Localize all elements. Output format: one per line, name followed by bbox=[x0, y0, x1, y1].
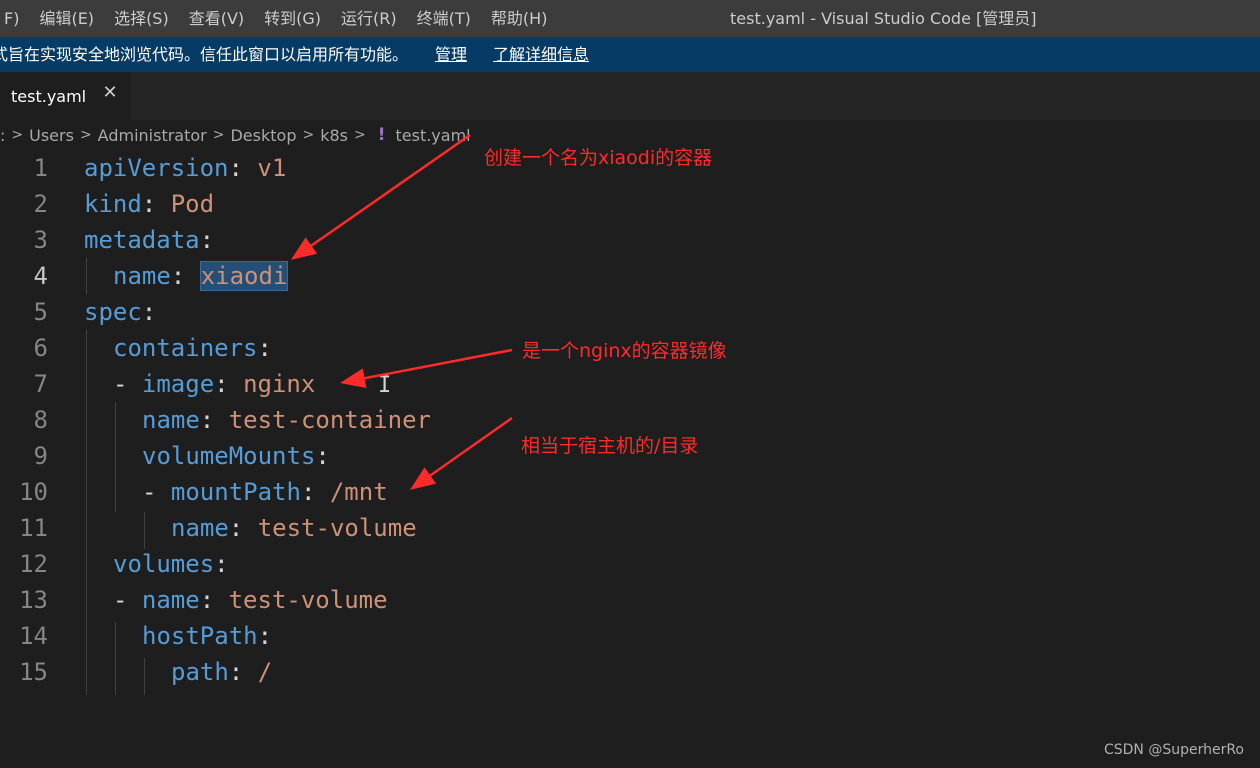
tab-test-yaml[interactable]: test.yaml ✕ bbox=[0, 72, 130, 120]
menu-terminal[interactable]: 终端(T) bbox=[407, 0, 481, 37]
line-number: 10 bbox=[19, 478, 48, 506]
menu-go[interactable]: 转到(G) bbox=[254, 0, 331, 37]
close-icon[interactable]: ✕ bbox=[100, 82, 120, 103]
breadcrumb-item[interactable]: k8s bbox=[320, 126, 348, 145]
line-number: 11 bbox=[19, 514, 48, 542]
title-bar: F) 编辑(E) 选择(S) 查看(V) 转到(G) 运行(R) 终端(T) 帮… bbox=[0, 0, 1260, 37]
yaml-key: spec bbox=[84, 298, 142, 326]
window-title: test.yaml - Visual Studio Code [管理员] bbox=[730, 9, 1037, 28]
code-line[interactable]: 15 path: / bbox=[0, 654, 1260, 690]
banner-message: 式旨在实现安全地浏览代码。信任此窗口以启用所有功能。 bbox=[0, 45, 409, 64]
line-number: 3 bbox=[33, 226, 48, 254]
breadcrumb-item[interactable]: : bbox=[0, 126, 5, 145]
tab-bar: test.yaml ✕ bbox=[0, 72, 1260, 120]
banner-learn-more-link[interactable]: 了解详细信息 bbox=[493, 37, 589, 72]
menu-run[interactable]: 运行(R) bbox=[331, 0, 407, 37]
restricted-mode-banner: 式旨在实现安全地浏览代码。信任此窗口以启用所有功能。 管理 了解详细信息 bbox=[0, 37, 1260, 72]
yaml-key: apiVersion bbox=[84, 154, 229, 182]
menu-edit[interactable]: 编辑(E) bbox=[29, 0, 104, 37]
line-number: 1 bbox=[33, 154, 48, 182]
banner-manage-link[interactable]: 管理 bbox=[435, 37, 467, 72]
line-number: 15 bbox=[19, 658, 48, 686]
line-number: 4 bbox=[33, 262, 48, 290]
code-line[interactable]: 2 kind: Pod bbox=[0, 186, 1260, 222]
code-line[interactable]: 10 - mountPath: /mnt bbox=[0, 474, 1260, 510]
yaml-value: test-volume bbox=[257, 514, 417, 542]
chevron-right-icon: > bbox=[212, 127, 225, 143]
text-cursor-icon: I bbox=[378, 373, 392, 398]
code-line-active[interactable]: 4 name: xiaodi bbox=[0, 258, 1260, 294]
line-number: 9 bbox=[33, 442, 48, 470]
line-number: 7 bbox=[33, 370, 48, 398]
tab-label: test.yaml bbox=[11, 86, 87, 106]
breadcrumb-file[interactable]: test.yaml bbox=[395, 126, 470, 145]
yaml-key: path bbox=[171, 658, 229, 686]
code-line[interactable]: 5 spec: bbox=[0, 294, 1260, 330]
yaml-key: hostPath bbox=[142, 622, 258, 650]
yaml-key: name bbox=[142, 406, 200, 434]
yaml-value: /mnt bbox=[329, 478, 388, 506]
code-line[interactable]: 14 hostPath: bbox=[0, 618, 1260, 654]
line-number: 13 bbox=[19, 586, 48, 614]
code-line[interactable]: 13 - name: test-volume bbox=[0, 582, 1260, 618]
yaml-value: v1 bbox=[257, 154, 287, 182]
line-number: 8 bbox=[33, 406, 48, 434]
watermark: CSDN @SuperherRo bbox=[1103, 742, 1244, 758]
line-number: 12 bbox=[19, 550, 48, 578]
line-number: 2 bbox=[33, 190, 48, 218]
breadcrumb-item[interactable]: Users bbox=[29, 126, 74, 145]
yaml-key: metadata bbox=[84, 226, 200, 254]
selected-text: xiaodi bbox=[199, 261, 289, 291]
yaml-value: Pod bbox=[170, 190, 215, 218]
code-line[interactable]: 3 metadata: bbox=[0, 222, 1260, 258]
chevron-right-icon: > bbox=[302, 127, 315, 143]
menu-view[interactable]: 查看(V) bbox=[179, 0, 254, 37]
line-number: 5 bbox=[33, 298, 48, 326]
yaml-value: test-volume bbox=[228, 586, 388, 614]
chevron-right-icon: > bbox=[79, 127, 92, 143]
yaml-key: mountPath bbox=[170, 478, 301, 506]
menu-selection[interactable]: 选择(S) bbox=[104, 0, 179, 37]
code-line[interactable]: 12 volumes: bbox=[0, 546, 1260, 582]
menu-file[interactable]: F) bbox=[0, 0, 29, 37]
menu-help[interactable]: 帮助(H) bbox=[481, 0, 558, 37]
menu-bar: F) 编辑(E) 选择(S) 查看(V) 转到(G) 运行(R) 终端(T) 帮… bbox=[0, 0, 557, 37]
yaml-key: containers bbox=[113, 334, 258, 362]
chevron-right-icon: > bbox=[11, 127, 24, 143]
yaml-file-icon: ! bbox=[377, 125, 386, 145]
breadcrumb-item[interactable]: Administrator bbox=[98, 126, 207, 145]
annotation-host-root: 相当于宿主机的/目录 bbox=[521, 435, 699, 457]
yaml-key: name bbox=[171, 514, 229, 542]
yaml-key: image bbox=[141, 370, 215, 398]
yaml-key: volumes bbox=[113, 550, 215, 578]
yaml-key: name bbox=[113, 262, 171, 290]
chevron-right-icon: > bbox=[353, 127, 366, 143]
yaml-key: volumeMounts bbox=[142, 442, 316, 470]
yaml-value: test-container bbox=[228, 406, 431, 434]
code-line[interactable]: 7 - image: nginx bbox=[0, 366, 1260, 402]
yaml-value: nginx bbox=[243, 370, 316, 398]
yaml-key: kind bbox=[84, 190, 142, 218]
yaml-value: / bbox=[257, 658, 273, 686]
breadcrumb-item[interactable]: Desktop bbox=[230, 126, 296, 145]
annotation-nginx-image: 是一个nginx的容器镜像 bbox=[522, 340, 727, 362]
annotation-container-name: 创建一个名为xiaodi的容器 bbox=[484, 147, 713, 169]
code-line[interactable]: 11 name: test-volume bbox=[0, 510, 1260, 546]
code-editor[interactable]: 1 apiVersion: v1 2 kind: Pod 3 metadata:… bbox=[0, 150, 1260, 710]
yaml-key: name bbox=[141, 586, 200, 614]
line-number: 14 bbox=[19, 622, 48, 650]
line-number: 6 bbox=[33, 334, 48, 362]
